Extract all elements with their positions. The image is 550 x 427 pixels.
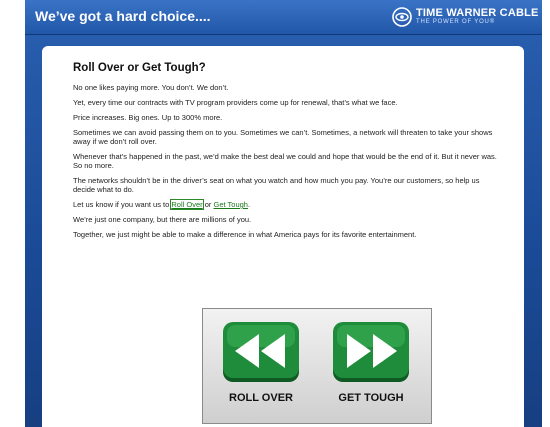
paragraph-8: We’re just one company, but there are mi… bbox=[73, 215, 252, 224]
paragraph-2: Yet, every time our contracts with TV pr… bbox=[73, 98, 398, 107]
time-warner-cable-logo[interactable]: TIME WARNER CABLE THE POWER OF YOU® bbox=[392, 6, 538, 28]
page-title: We’ve got a hard choice.... bbox=[35, 8, 211, 24]
paragraph-5: Whenever that’s happened in the past, we… bbox=[73, 152, 497, 170]
paragraph-1: No one likes paying more. You don’t. We … bbox=[73, 83, 229, 92]
fast-forward-icon bbox=[333, 322, 409, 382]
choice-buttons-panel: ROLL OVER GET TOUGH bbox=[202, 308, 432, 424]
header-bar: We’ve got a hard choice.... TIME WARNER … bbox=[25, 0, 542, 35]
page-frame: We’ve got a hard choice.... TIME WARNER … bbox=[25, 0, 542, 427]
roll-over-button[interactable]: ROLL OVER bbox=[221, 322, 301, 412]
get-tough-link[interactable]: Get Tough bbox=[214, 200, 248, 209]
paragraph-6: The networks shouldn’t be in the driver’… bbox=[73, 176, 480, 194]
logo-tagline: THE POWER OF YOU® bbox=[416, 19, 495, 25]
paragraph-7-suffix: . bbox=[247, 200, 251, 209]
paragraph-4: Sometimes we can avoid passing them on t… bbox=[73, 128, 493, 146]
get-tough-label: GET TOUGH bbox=[338, 392, 404, 404]
paragraph-9: Together, we just might be able to make … bbox=[73, 230, 417, 239]
roll-over-label: ROLL OVER bbox=[229, 392, 293, 404]
article-heading: Roll Over or Get Tough? bbox=[73, 62, 206, 74]
roll-over-link[interactable]: Roll Over bbox=[170, 199, 204, 210]
rewind-icon bbox=[223, 322, 299, 382]
paragraph-7: Let us know if you want us to Roll Over … bbox=[73, 199, 503, 210]
paragraph-7-prefix: Let us know if you want us to bbox=[73, 200, 172, 209]
content-card: Roll Over or Get Tough? No one likes pay… bbox=[42, 46, 524, 427]
paragraph-7-or: or bbox=[202, 200, 214, 209]
paragraph-3: Price increases. Big ones. Up to 300% mo… bbox=[73, 113, 223, 122]
get-tough-button[interactable]: GET TOUGH bbox=[331, 322, 411, 412]
eye-ear-logo-icon bbox=[392, 7, 412, 27]
logo-name: TIME WARNER CABLE bbox=[416, 7, 539, 19]
article: Roll Over or Get Tough? No one likes pay… bbox=[73, 62, 503, 245]
